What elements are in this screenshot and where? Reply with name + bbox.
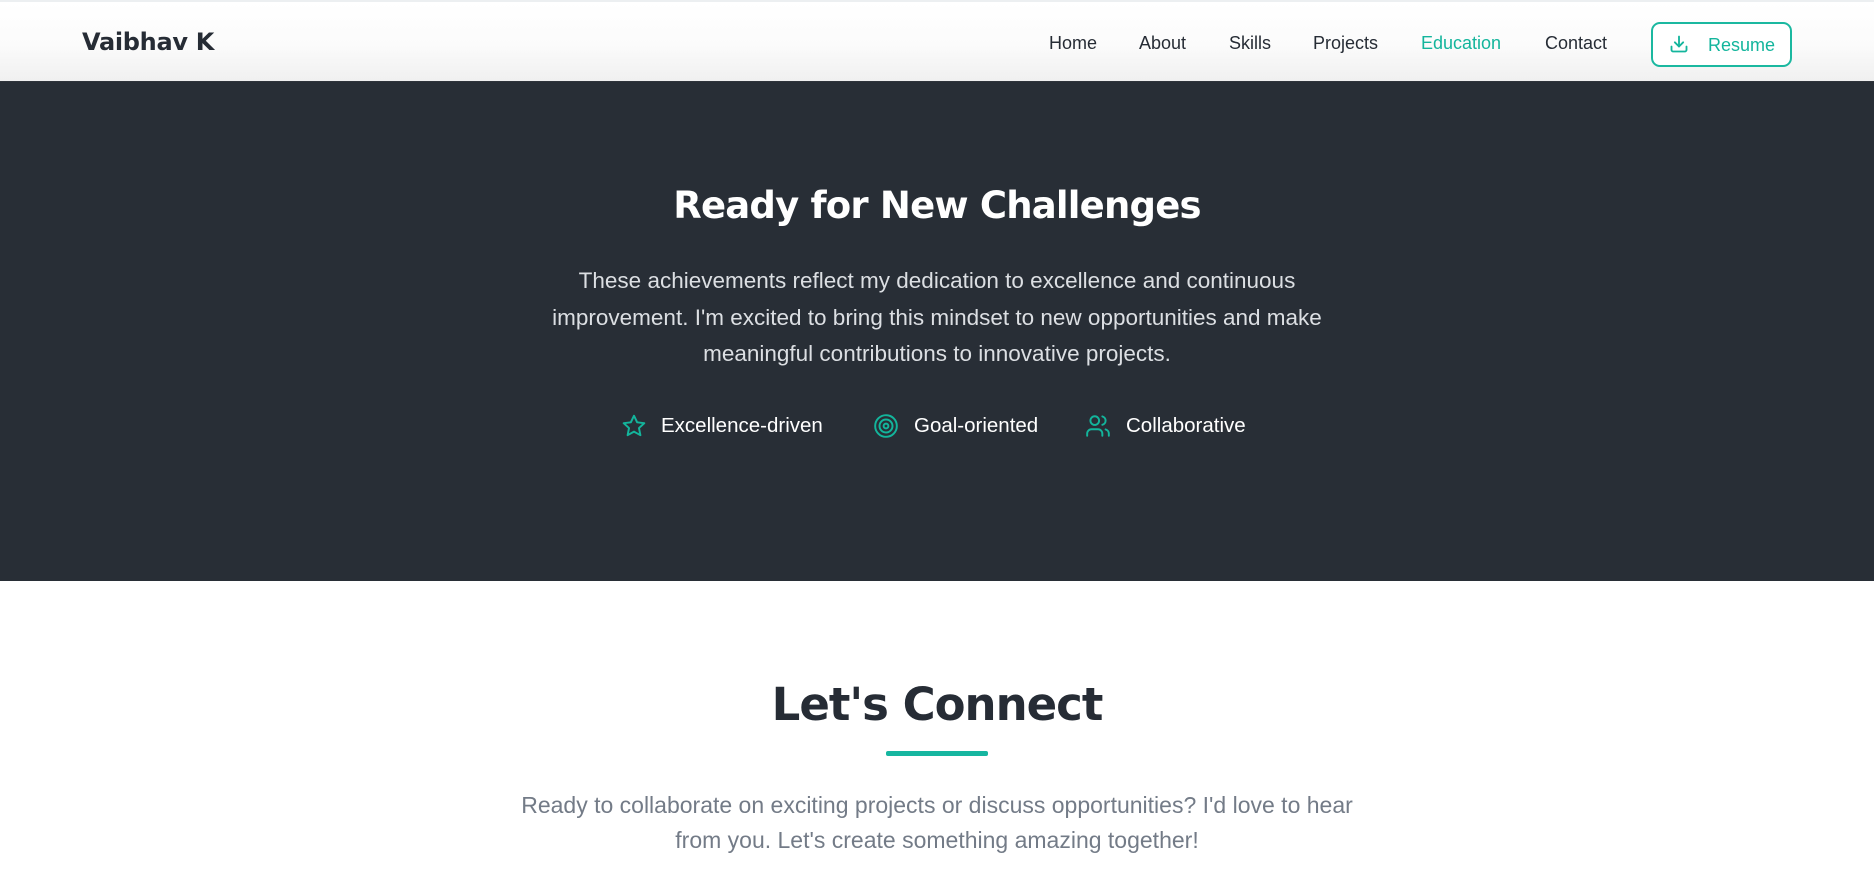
trait-label: Collaborative <box>1126 414 1246 437</box>
connect-title: Let's Connect <box>771 678 1104 731</box>
section-description: These achievements reflect my dedication… <box>552 268 1322 366</box>
resume-download-button[interactable]: Resume <box>1651 22 1792 67</box>
title-underline <box>886 751 988 756</box>
nav-link-about[interactable]: About <box>1139 33 1186 54</box>
star-icon <box>621 413 647 439</box>
users-icon <box>1085 413 1111 439</box>
nav-link-projects[interactable]: Projects <box>1313 33 1378 54</box>
download-icon <box>1669 34 1689 54</box>
section-title: Ready for New Challenges <box>673 184 1201 227</box>
traits-list: Excellence-driven Goal-oriented Collabor… <box>0 409 1874 443</box>
connect-section: Let's Connect Ready to collaborate on ex… <box>0 581 1874 895</box>
nav-link-education[interactable]: Education <box>1421 33 1501 54</box>
navbar: Vaibhav K Home About Skills Projects Edu… <box>0 0 1874 82</box>
trait-label: Goal-oriented <box>914 414 1039 437</box>
nav-link-contact[interactable]: Contact <box>1545 33 1607 54</box>
trait-label: Excellence-driven <box>661 414 823 437</box>
challenges-section: Ready for New Challenges These achieveme… <box>0 82 1874 581</box>
nav-links: Home About Skills Projects Education Con… <box>0 2 1874 84</box>
connect-description: Ready to collaborate on exciting project… <box>521 792 1353 853</box>
target-icon <box>873 413 899 439</box>
nav-link-skills[interactable]: Skills <box>1229 33 1271 54</box>
resume-button-label: Resume <box>1708 35 1776 55</box>
nav-link-home[interactable]: Home <box>1049 33 1097 54</box>
